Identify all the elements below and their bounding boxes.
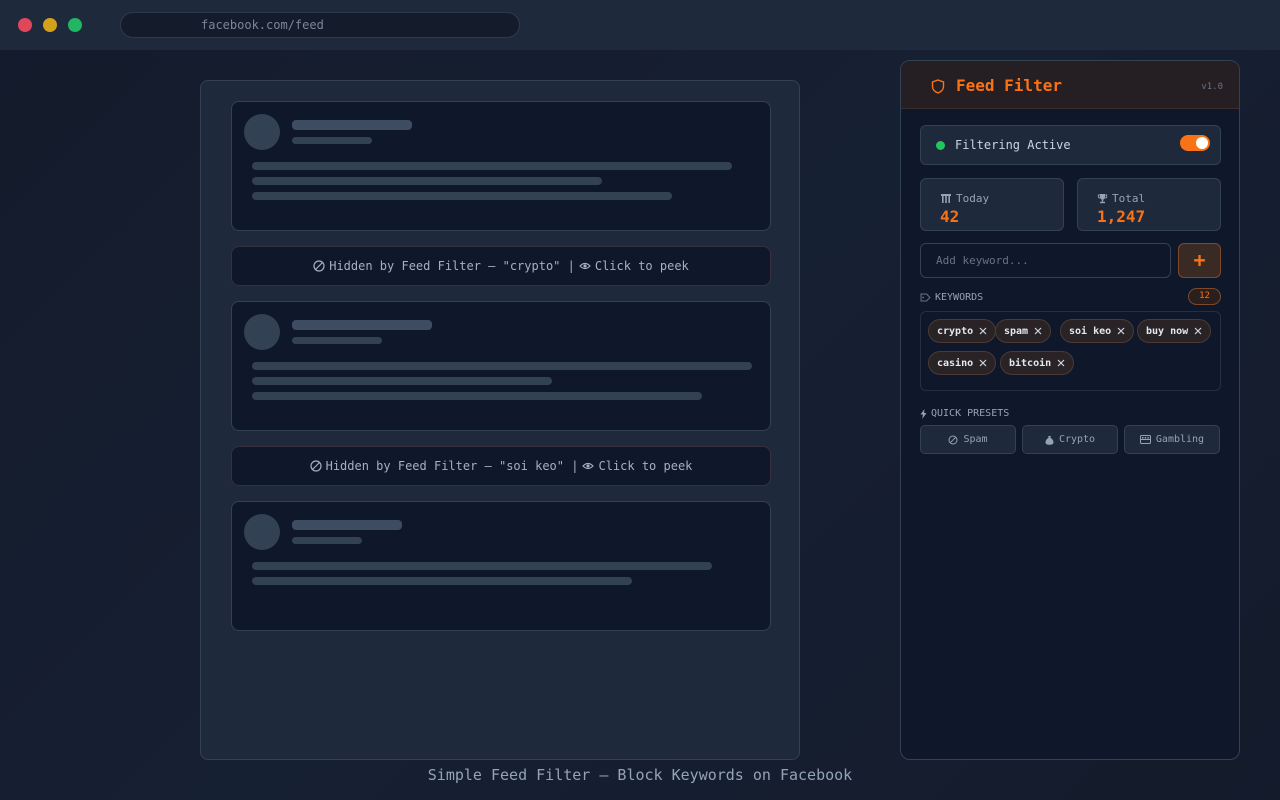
stat-total-label: Total xyxy=(1097,192,1145,205)
tag-icon xyxy=(920,293,931,302)
page-caption: Simple Feed Filter — Block Keywords on F… xyxy=(427,766,853,784)
stat-total-text: Total xyxy=(1112,192,1146,205)
post-meta-placeholder xyxy=(292,337,382,344)
hidden-post-text: Hidden by Feed Filter — "soi keo" | xyxy=(325,459,579,473)
filter-status-bar: Filtering Active xyxy=(920,125,1221,165)
author-name-placeholder xyxy=(292,120,412,130)
keyword-chip: bitcoin xyxy=(1000,351,1075,375)
panel-title: Feed Filter xyxy=(956,76,1062,95)
preset-spam-button[interactable]: Spam xyxy=(920,425,1016,454)
keyword-chip: spam xyxy=(995,319,1052,343)
lightning-icon xyxy=(920,408,927,419)
remove-keyword-icon[interactable] xyxy=(1194,327,1202,335)
keyword-chip-label: spam xyxy=(1004,325,1029,337)
keyword-chip: crypto xyxy=(928,319,997,343)
stat-today-label: Today xyxy=(940,192,989,205)
remove-keyword-icon[interactable] xyxy=(1057,359,1065,367)
remove-keyword-icon[interactable] xyxy=(1034,327,1042,335)
remove-keyword-icon[interactable] xyxy=(979,359,987,367)
stat-total-value: 1,247 xyxy=(1097,207,1146,226)
url-text: facebook.com/feed xyxy=(201,18,324,32)
hidden-post-banner[interactable]: Hidden by Feed Filter — "crypto" | Click… xyxy=(231,246,771,286)
hidden-post-banner[interactable]: Hidden by Feed Filter — "soi keo" | Clic… xyxy=(231,446,771,486)
feed-post[interactable] xyxy=(231,101,771,231)
post-meta-placeholder xyxy=(292,537,362,544)
eye-icon xyxy=(579,262,591,270)
stat-today-value: 42 xyxy=(940,207,960,226)
keyword-chip-label: casino xyxy=(937,357,974,369)
panel-header: Feed Filter v1.0 xyxy=(901,61,1239,109)
keyword-chip-label: soi keo xyxy=(1069,325,1112,337)
peek-link[interactable]: Click to peek xyxy=(595,259,689,273)
post-text-line xyxy=(252,392,702,400)
keywords-heading-text: KEYWORDS xyxy=(935,292,984,303)
stat-today: Today 42 xyxy=(920,178,1064,231)
money-bag-icon xyxy=(1045,435,1054,445)
ban-icon xyxy=(309,460,322,472)
keyword-chip: casino xyxy=(928,351,997,375)
close-window-button[interactable] xyxy=(18,18,32,32)
avatar xyxy=(244,314,280,350)
keyword-count-badge: 12 xyxy=(1188,288,1221,305)
post-text-line xyxy=(252,162,732,170)
hidden-post-text: Hidden by Feed Filter — "crypto" | xyxy=(329,259,575,273)
keywords-heading: KEYWORDS xyxy=(920,292,983,303)
filtering-toggle[interactable] xyxy=(1180,135,1210,151)
version-label: v1.0 xyxy=(1201,82,1223,92)
post-text-line xyxy=(252,562,712,570)
stat-total: Total 1,247 xyxy=(1077,178,1221,231)
remove-keyword-icon[interactable] xyxy=(1117,327,1125,335)
preset-label: Gambling xyxy=(1155,434,1205,445)
presets-heading: QUICK PRESETS xyxy=(920,408,1009,419)
shield-icon xyxy=(931,79,945,94)
feed-post[interactable] xyxy=(231,501,771,631)
browser-toolbar: facebook.com/feed xyxy=(0,0,1280,50)
eye-icon xyxy=(582,462,595,470)
post-text-line xyxy=(252,362,752,370)
preset-label: Crypto xyxy=(1058,434,1096,445)
status-label: Filtering Active xyxy=(955,138,1071,152)
author-name-placeholder xyxy=(292,320,432,330)
slot-machine-icon xyxy=(1139,435,1151,444)
add-keyword-button[interactable]: + xyxy=(1178,243,1221,278)
preset-gambling-button[interactable]: Gambling xyxy=(1124,425,1220,454)
facebook-feed: Hidden by Feed Filter — "crypto" | Click… xyxy=(200,80,800,760)
add-keyword-input[interactable] xyxy=(920,243,1171,278)
stat-today-text: Today xyxy=(956,192,990,205)
preset-label: Spam xyxy=(963,434,988,445)
keyword-list: crypto spam soi keo buy now casino bitco… xyxy=(920,311,1221,391)
avatar xyxy=(244,514,280,550)
keyword-chip-label: bitcoin xyxy=(1009,357,1052,369)
peek-link[interactable]: Click to peek xyxy=(598,459,692,473)
keyword-chip-label: crypto xyxy=(937,325,974,337)
address-bar[interactable]: facebook.com/feed xyxy=(120,12,520,38)
preset-crypto-button[interactable]: Crypto xyxy=(1022,425,1118,454)
status-indicator xyxy=(936,141,945,150)
minimize-window-button[interactable] xyxy=(43,18,57,32)
post-text-line xyxy=(252,177,602,185)
toggle-knob xyxy=(1196,137,1208,149)
post-text-line xyxy=(252,577,632,585)
trophy-icon xyxy=(1097,194,1108,204)
ban-icon xyxy=(948,435,958,444)
author-name-placeholder xyxy=(292,520,402,530)
post-meta-placeholder xyxy=(292,137,372,144)
avatar xyxy=(244,114,280,150)
feed-filter-panel: Feed Filter v1.0 Filtering Active Today … xyxy=(900,60,1240,760)
remove-keyword-icon[interactable] xyxy=(979,327,987,335)
post-text-line xyxy=(252,377,552,385)
keyword-chip: soi keo xyxy=(1060,319,1135,343)
feed-post[interactable] xyxy=(231,301,771,431)
bar-chart-icon xyxy=(941,194,951,203)
keyword-chip: buy now xyxy=(1137,319,1212,343)
keyword-chip-label: buy now xyxy=(1146,325,1189,337)
maximize-window-button[interactable] xyxy=(68,18,82,32)
ban-icon xyxy=(313,260,325,272)
presets-heading-text: QUICK PRESETS xyxy=(931,408,1010,419)
post-text-line xyxy=(252,192,672,200)
